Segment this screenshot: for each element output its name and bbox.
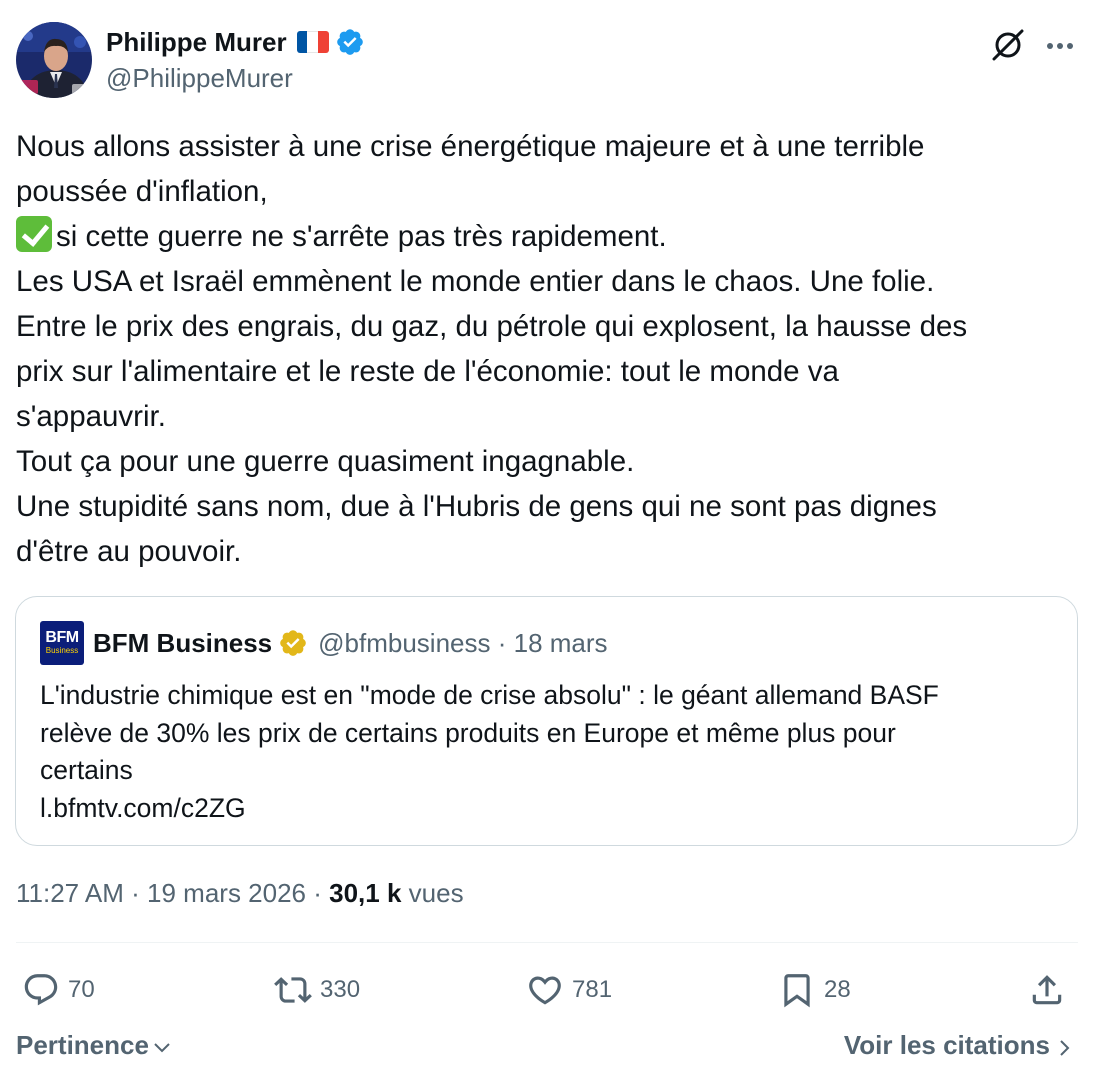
quoted-link[interactable]: l.bfmtv.com/c2ZG bbox=[40, 790, 1055, 828]
author-name[interactable]: Philippe Murer bbox=[106, 27, 287, 58]
avatar[interactable] bbox=[16, 22, 92, 98]
logo-subtext: Business bbox=[45, 646, 79, 655]
verified-organization-badge-icon bbox=[280, 630, 306, 656]
quoted-line: relève de 30% les prix de certains produ… bbox=[40, 717, 896, 748]
replies-controls: Pertinence Voir les citations bbox=[16, 1030, 1078, 1070]
chevron-right-icon bbox=[1060, 1039, 1070, 1056]
tweet-line: prix sur l'alimentaire et le reste de l'… bbox=[16, 355, 839, 388]
tweet-line: Tout ça pour une guerre quasiment ingagn… bbox=[16, 445, 635, 478]
chevron-down-icon bbox=[154, 1042, 170, 1052]
divider bbox=[16, 942, 1078, 943]
heart-icon bbox=[529, 976, 561, 1005]
tweet-line: poussée d'inflation, bbox=[16, 175, 268, 208]
author-name-row: Philippe Murer bbox=[106, 24, 365, 60]
tweet-meta: 11:27 AM · 19 mars 2026 · 30,1 k vues bbox=[16, 878, 464, 909]
sort-dropdown[interactable]: Pertinence bbox=[16, 1030, 173, 1061]
quoted-tweet-card[interactable]: BFM Business BFM Business @bfmbusiness ·… bbox=[15, 596, 1078, 846]
tweet-header: Philippe Murer @PhilippeMurer bbox=[16, 22, 1079, 98]
repost-count: 330 bbox=[320, 976, 361, 1003]
tweet-text: Nous allons assister à une crise énergét… bbox=[16, 124, 1076, 574]
quoted-tweet-header: BFM Business BFM Business @bfmbusiness ·… bbox=[40, 621, 608, 665]
tweet-line: si cette guerre ne s'arrête pas très rap… bbox=[56, 220, 667, 253]
view-quotes-label: Voir les citations bbox=[843, 1030, 1050, 1060]
views-count: 30,1 k bbox=[329, 878, 402, 908]
share-icon bbox=[1032, 975, 1062, 1005]
bfm-business-logo[interactable]: BFM Business bbox=[40, 621, 84, 665]
tweet-line: Entre le prix des engrais, du gaz, du pé… bbox=[16, 310, 968, 343]
like-button[interactable]: 781 bbox=[526, 966, 612, 1014]
action-bar: 70 330 781 28 bbox=[16, 966, 1078, 1014]
view-quotes-link[interactable]: Voir les citations bbox=[844, 1030, 1074, 1061]
reply-button[interactable]: 70 bbox=[22, 966, 95, 1014]
quoted-tweet-text: L'industrie chimique est en "mode de cri… bbox=[40, 677, 1055, 827]
author-handle[interactable]: @PhilippeMurer bbox=[106, 63, 365, 94]
quoted-author-name: BFM Business bbox=[93, 627, 273, 658]
tweet-line: Nous allons assister à une crise énergét… bbox=[16, 130, 925, 163]
bookmark-button[interactable]: 28 bbox=[778, 966, 851, 1014]
tweet-line: Les USA et Israël emmènent le monde enti… bbox=[16, 265, 935, 298]
more-options-icon[interactable] bbox=[1043, 30, 1077, 60]
timestamp[interactable]: 11:27 AM · 19 mars 2026 · bbox=[16, 878, 329, 908]
quoted-handle-date: @bfmbusiness · 18 mars bbox=[318, 627, 608, 658]
france-flag-icon bbox=[296, 31, 329, 53]
tweet-line: Une stupidité sans nom, due à l'Hubris d… bbox=[16, 490, 937, 523]
repost-button[interactable]: 330 bbox=[274, 966, 360, 1014]
logo-text: BFM bbox=[45, 629, 79, 646]
like-count: 781 bbox=[572, 976, 613, 1003]
grok-icon[interactable] bbox=[989, 26, 1027, 64]
tweet-line: d'être au pouvoir. bbox=[16, 535, 242, 568]
verified-badge-icon bbox=[336, 29, 363, 55]
quoted-line: L'industrie chimique est en "mode de cri… bbox=[40, 680, 939, 710]
reply-count: 70 bbox=[68, 976, 95, 1003]
bookmark-count: 28 bbox=[824, 976, 851, 1003]
check-mark-button-icon bbox=[16, 216, 52, 252]
bookmark-icon bbox=[784, 974, 810, 1008]
repost-icon bbox=[274, 977, 312, 1003]
sort-label: Pertinence bbox=[16, 1030, 149, 1060]
reply-icon bbox=[24, 974, 58, 1006]
tweet-line-with-emoji: si cette guerre ne s'arrête pas très rap… bbox=[16, 214, 1076, 259]
quoted-line: certains bbox=[40, 755, 133, 785]
share-button[interactable] bbox=[1028, 966, 1066, 1014]
tweet-line: s'appauvrir. bbox=[16, 400, 166, 433]
author-block: Philippe Murer @PhilippeMurer bbox=[106, 24, 365, 94]
views-label: vues bbox=[401, 878, 464, 908]
